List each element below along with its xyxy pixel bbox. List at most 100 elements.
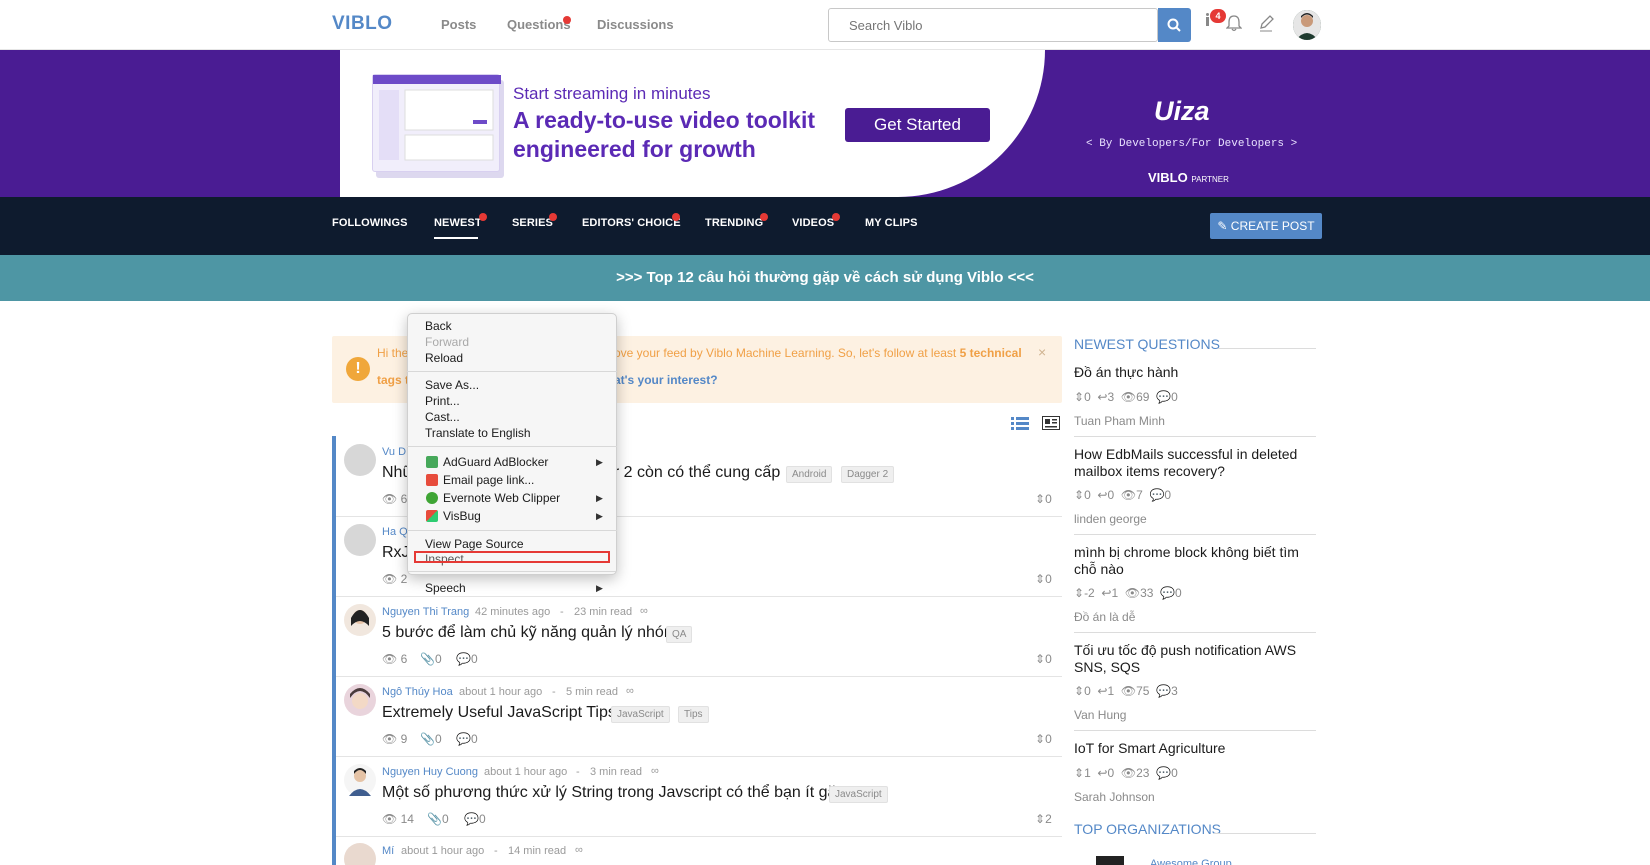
list-view-icon[interactable] — [1011, 416, 1029, 435]
question-title[interactable]: Tối ưu tốc độ push notification AWS SNS,… — [1074, 642, 1314, 676]
tab-trending[interactable]: TRENDING — [705, 217, 763, 229]
nav-discussions[interactable]: Discussions — [597, 17, 674, 32]
vote-icon: ⇕ — [1074, 766, 1085, 780]
org-name[interactable]: Awesome Group — [1150, 856, 1232, 865]
nav-posts[interactable]: Posts — [441, 17, 476, 32]
tab-followings[interactable]: FOLLOWINGS — [332, 217, 408, 229]
menu-evernote[interactable]: Evernote Web Clipper — [443, 491, 560, 505]
eye-icon: 👁 — [382, 492, 398, 506]
alert-close-button[interactable]: × — [1038, 344, 1046, 360]
post-time: 42 minutes ago — [475, 606, 551, 618]
alert-link[interactable]: at's your interest? — [614, 373, 718, 387]
link-icon[interactable]: ∞ — [575, 844, 583, 856]
post-tag[interactable]: Tips — [678, 706, 709, 723]
menu-translate[interactable]: Translate to English — [425, 426, 531, 440]
tab-series[interactable]: SERIES — [512, 217, 553, 229]
tab-my-clips[interactable]: MY CLIPS — [865, 217, 918, 229]
post-title[interactable]: Extremely Useful JavaScript Tips — [382, 704, 616, 722]
search-button[interactable] — [1158, 8, 1191, 42]
series-dot — [549, 213, 557, 221]
post-score: ⇕2 — [1035, 812, 1052, 826]
bell-icon[interactable] — [1225, 14, 1243, 37]
search-input[interactable] — [829, 9, 1129, 41]
pencil-icon[interactable] — [1258, 14, 1274, 37]
menu-adguard[interactable]: AdGuard AdBlocker — [443, 455, 548, 469]
nav-questions[interactable]: Questions — [507, 17, 571, 32]
banner-illustration — [372, 74, 501, 172]
post-divider — [336, 676, 1062, 677]
org-logo[interactable] — [1096, 856, 1124, 865]
menu-save-as[interactable]: Save As... — [425, 378, 479, 392]
menu-speech[interactable]: Speech — [425, 581, 466, 595]
top-organizations-heading[interactable]: TOP ORGANIZATIONS — [1074, 821, 1221, 837]
post-avatar[interactable] — [344, 684, 376, 716]
post-tag[interactable]: JavaScript — [829, 786, 888, 803]
tab-videos[interactable]: VIDEOS — [792, 217, 834, 229]
post-tag[interactable]: Dagger 2 — [841, 466, 895, 483]
post-author[interactable]: Nguyen Thi Trang — [382, 606, 469, 618]
post-avatar[interactable] — [344, 444, 376, 476]
newest-dot — [479, 213, 487, 221]
active-tab-underline — [434, 237, 478, 239]
menu-email-link[interactable]: Email page link... — [443, 473, 534, 487]
question-title[interactable]: How EdbMails successful in deleted mailb… — [1074, 446, 1314, 480]
post-readtime: 14 min read — [508, 845, 567, 857]
post-avatar[interactable] — [344, 604, 376, 636]
question-stats: ⇕0 ↩1 👁75 💬3 — [1074, 684, 1178, 698]
question-author[interactable]: Van Hung — [1074, 708, 1126, 722]
post-avatar[interactable] — [344, 524, 376, 556]
views-count: 👁 2 — [382, 572, 408, 586]
post-title[interactable]: RxJ — [382, 544, 410, 562]
get-started-button[interactable]: Get Started — [845, 108, 990, 142]
newest-questions-heading[interactable]: NEWEST QUESTIONS — [1074, 336, 1220, 352]
question-author[interactable]: Tuan Pham Minh — [1074, 414, 1165, 428]
question-stats: ⇕-2 ↩1 👁33 💬0 — [1074, 586, 1182, 600]
create-post-button[interactable]: ✎ CREATE POST — [1210, 213, 1322, 239]
card-view-icon[interactable] — [1042, 416, 1060, 435]
top-header — [0, 0, 1650, 50]
question-title[interactable]: Đồ án thực hành — [1074, 364, 1314, 381]
question-author[interactable]: linden george — [1074, 512, 1147, 526]
post-author[interactable]: Nguyen Huy Cuong — [382, 766, 478, 778]
tab-newest[interactable]: NEWEST — [434, 217, 482, 229]
question-author[interactable]: Sarah Johnson — [1074, 790, 1155, 804]
menu-reload[interactable]: Reload — [425, 351, 463, 365]
link-icon[interactable]: ∞ — [651, 765, 659, 777]
eye-icon: 👁 — [382, 652, 398, 666]
tab-editors-choice[interactable]: EDITORS' CHOICE — [582, 217, 681, 229]
post-author[interactable]: Mí — [382, 845, 394, 857]
menu-print[interactable]: Print... — [425, 394, 460, 408]
eye-icon: 👁 — [382, 812, 398, 826]
post-tag[interactable]: QA — [666, 626, 693, 643]
post-avatar[interactable] — [344, 764, 376, 796]
post-title[interactable]: 5 bước để làm chủ kỹ năng quản lý nhóm — [382, 624, 677, 642]
eye-icon: 👁 — [1124, 586, 1141, 600]
announcement-link[interactable]: >>> Top 12 câu hỏi thường gặp về cách sử… — [0, 255, 1650, 301]
post-avatar[interactable] — [344, 843, 376, 865]
menu-view-source[interactable]: View Page Source — [425, 537, 524, 551]
post-author[interactable]: Ngô Thúy Hoa — [382, 686, 453, 698]
post-tag[interactable]: JavaScript — [611, 706, 670, 723]
uiza-logo: Uiza — [1154, 96, 1210, 126]
menu-cast[interactable]: Cast... — [425, 410, 460, 424]
post-title[interactable]: Một số phương thức xử lý String trong Ja… — [382, 784, 845, 802]
submenu-arrow-icon: ▶ — [596, 511, 603, 521]
post-author[interactable]: Ha Q — [382, 526, 408, 538]
adguard-icon — [426, 456, 438, 468]
link-icon[interactable]: ∞ — [640, 605, 648, 617]
menu-separator — [407, 571, 617, 572]
post-author[interactable]: Vu D — [382, 446, 406, 458]
search-box[interactable] — [828, 8, 1158, 42]
viblo-logo[interactable]: VIBLO — [332, 13, 393, 35]
menu-back[interactable]: Back — [425, 319, 452, 333]
eye-icon: 👁 — [382, 732, 398, 746]
post-tag[interactable]: Android — [786, 466, 833, 483]
menu-visbug[interactable]: VisBug — [443, 509, 481, 523]
question-title[interactable]: IoT for Smart Agriculture — [1074, 740, 1314, 757]
user-avatar[interactable] — [1293, 10, 1321, 40]
clip-icon: 📎 — [420, 652, 435, 666]
question-title[interactable]: mình bị chrome block không biết tìm chỗ … — [1074, 544, 1314, 578]
post-title-rest[interactable]: er 2 còn có thể cung cấp — [605, 464, 780, 482]
question-author[interactable]: Đồ án là dễ — [1074, 610, 1135, 624]
link-icon[interactable]: ∞ — [626, 685, 634, 697]
